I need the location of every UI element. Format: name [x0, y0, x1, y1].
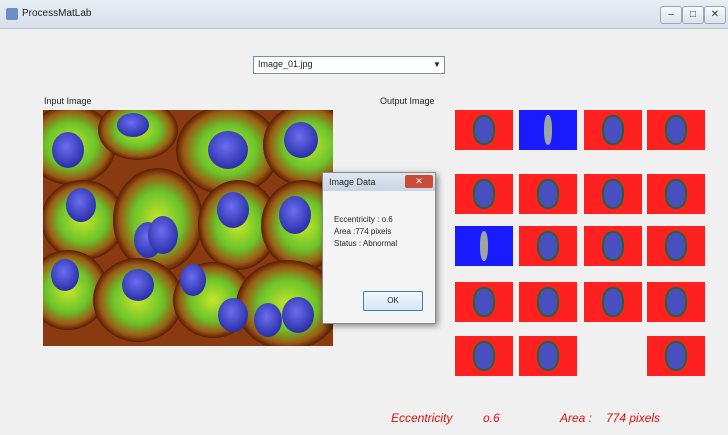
eccentricity-line: Eccentricity : o.6	[334, 215, 393, 224]
nucleus-thumbnail	[602, 115, 624, 145]
input-image-label: Input Image	[44, 96, 92, 106]
nucleus-thumbnail	[665, 287, 687, 317]
output-tile	[455, 110, 513, 150]
output-tile	[455, 282, 513, 322]
nucleus-thumbnail	[544, 115, 552, 145]
app-icon	[6, 8, 18, 20]
dialog-title: Image Data	[329, 177, 376, 187]
maximize-button[interactable]: □	[682, 6, 704, 24]
nucleus-thumbnail	[473, 115, 495, 145]
area-result-label: Area :	[560, 411, 593, 425]
output-tile	[519, 174, 577, 214]
nucleus-thumbnail	[473, 287, 495, 317]
ok-button[interactable]: OK	[363, 291, 423, 311]
input-image	[43, 110, 333, 346]
nucleus-thumbnail	[665, 115, 687, 145]
output-tile	[455, 226, 513, 266]
output-image-label: Output Image	[380, 96, 435, 106]
minimize-button[interactable]: –	[660, 6, 682, 24]
output-tile	[455, 336, 513, 376]
eccentricity-result-label: Eccentricity	[391, 411, 453, 425]
nucleus-thumbnail	[537, 231, 559, 261]
nucleus-thumbnail	[537, 341, 559, 371]
title-bar: ProcessMatLab – □ ✕	[0, 0, 728, 29]
image-data-dialog: Image Data ✕ Eccentricity : o.6 Area :77…	[322, 172, 436, 324]
output-tile	[519, 282, 577, 322]
output-tile	[647, 226, 705, 266]
output-tile	[647, 336, 705, 376]
dialog-close-button[interactable]: ✕	[405, 175, 433, 188]
output-tile	[647, 282, 705, 322]
nucleus-thumbnail	[665, 341, 687, 371]
eccentricity-result-value: o.6	[483, 411, 500, 425]
output-tile	[584, 226, 642, 266]
close-button[interactable]: ✕	[704, 6, 726, 24]
output-tile	[519, 226, 577, 266]
image-select[interactable]: Image_01.jpg ▼	[253, 56, 445, 74]
nucleus-thumbnail	[602, 287, 624, 317]
nucleus-thumbnail	[665, 231, 687, 261]
nucleus-thumbnail	[537, 179, 559, 209]
output-tile	[455, 174, 513, 214]
nucleus-thumbnail	[602, 179, 624, 209]
status-line: Status : Abnormal	[334, 239, 398, 248]
nucleus-thumbnail	[665, 179, 687, 209]
output-tile	[584, 174, 642, 214]
output-tile	[519, 110, 577, 150]
area-line: Area :774 pixels	[334, 227, 392, 236]
output-tile	[519, 336, 577, 376]
output-tile	[647, 174, 705, 214]
nucleus-thumbnail	[537, 287, 559, 317]
output-tile	[584, 282, 642, 322]
output-tile	[647, 110, 705, 150]
image-select-value: Image_01.jpg	[258, 59, 313, 69]
nucleus-thumbnail	[473, 179, 495, 209]
input-image-canvas	[43, 110, 333, 346]
window-title: ProcessMatLab	[22, 8, 92, 19]
output-tile	[584, 110, 642, 150]
nucleus-thumbnail	[473, 341, 495, 371]
nucleus-thumbnail	[480, 231, 488, 261]
area-result-value: 774 pixels	[606, 411, 661, 425]
nucleus-thumbnail	[602, 231, 624, 261]
dialog-title-bar: Image Data ✕	[323, 173, 435, 191]
chevron-down-icon[interactable]: ▼	[430, 57, 444, 73]
